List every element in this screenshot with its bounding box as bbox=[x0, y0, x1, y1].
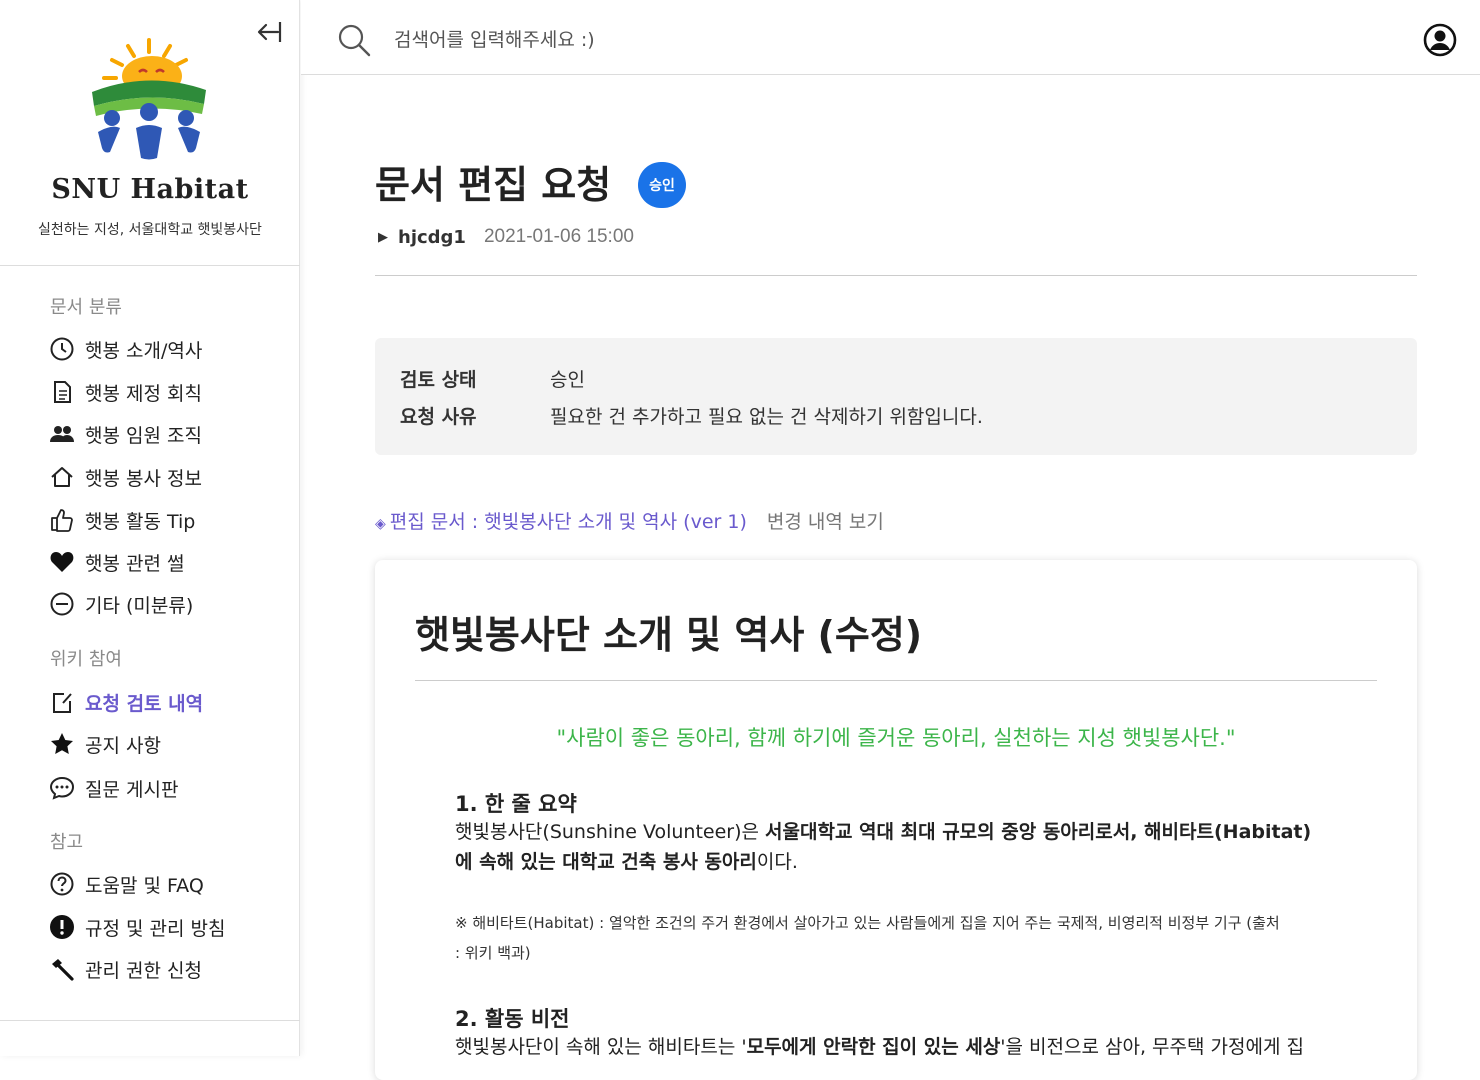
question-icon bbox=[48, 871, 75, 898]
sidebar-item-request-reviews[interactable]: 요청 검토 내역 bbox=[48, 687, 203, 717]
minus-circle-icon bbox=[48, 591, 75, 618]
sidebar-item-qna-board[interactable]: 질문 게시판 bbox=[48, 773, 178, 803]
request-datetime: 2021-01-06 15:00 bbox=[483, 226, 634, 247]
heart-icon bbox=[48, 549, 75, 576]
sidebar-item-intro-history[interactable]: 햇봉 소개/역사 bbox=[48, 334, 202, 364]
habitat-logo[interactable] bbox=[84, 32, 214, 162]
sidebar-item-policies[interactable]: 규정 및 관리 방침 bbox=[48, 912, 225, 942]
sidebar-item-label: 햇봉 임원 조직 bbox=[85, 424, 202, 447]
sidebar-item-tips[interactable]: 햇봉 활동 Tip bbox=[48, 505, 195, 535]
sidebar-item-label: 햇봉 봉사 정보 bbox=[85, 467, 202, 490]
sidebar-item-admin-request[interactable]: 관리 권한 신청 bbox=[48, 954, 202, 984]
review-info-box: 검토 상태 승인 요청 사유 필요한 건 추가하고 필요 없는 건 삭제하기 위… bbox=[375, 338, 1417, 455]
home-icon bbox=[48, 464, 75, 491]
sidebar-item-stories[interactable]: 햇봉 관련 썰 bbox=[48, 547, 184, 577]
status-badge: 승인 bbox=[638, 162, 686, 208]
sidebar-item-label: 햇봉 제정 회칙 bbox=[85, 382, 202, 405]
view-changes-link[interactable]: 변경 내역 보기 bbox=[767, 507, 884, 534]
request-meta: ▶ hjcdg1 2021-01-06 15:00 bbox=[378, 226, 634, 248]
chat-icon bbox=[48, 775, 75, 802]
sidebar-item-volunteer-info[interactable]: 햇봉 봉사 정보 bbox=[48, 462, 202, 492]
collapse-sidebar-icon[interactable] bbox=[252, 16, 284, 48]
brand-name: SNU Habitat bbox=[51, 174, 249, 205]
page-title: 문서 편집 요청 bbox=[375, 163, 612, 207]
sidebar-item-rules[interactable]: 햇봉 제정 회칙 bbox=[48, 377, 202, 407]
alert-icon bbox=[48, 914, 75, 941]
sidebar-item-notices[interactable]: 공지 사항 bbox=[48, 729, 161, 759]
sidebar-item-label: 도움말 및 FAQ bbox=[85, 874, 204, 897]
document-links: ◈ 편집 문서 : 햇빛봉사단 소개 및 역사 (ver 1) 변경 내역 보기 bbox=[375, 507, 884, 534]
info-row-reason: 요청 사유 필요한 건 추가하고 필요 없는 건 삭제하기 위함입니다. bbox=[400, 402, 983, 429]
paragraph: 햇빛봉사단(Sunshine Volunteer)은 서울대학교 역대 최대 규… bbox=[455, 821, 1312, 873]
search-icon[interactable] bbox=[336, 22, 372, 58]
sidebar-item-label: 질문 게시판 bbox=[85, 778, 179, 801]
sidebar-item-label: 햇봉 소개/역사 bbox=[85, 339, 203, 362]
document-divider bbox=[415, 680, 1377, 681]
clock-icon bbox=[48, 336, 75, 363]
diamond-icon: ◈ bbox=[375, 516, 386, 532]
sidebar-item-label: 햇봉 관련 썰 bbox=[85, 552, 185, 575]
sidebar-item-label: 기타 (미분류) bbox=[85, 594, 194, 617]
sidebar-bottom-divider bbox=[0, 1020, 300, 1021]
info-value: 승인 bbox=[550, 369, 585, 391]
document-preview-card: 햇빛봉사단 소개 및 역사 (수정) "사람이 좋은 동아리, 함께 하기에 즐… bbox=[375, 560, 1417, 1080]
sidebar-item-label: 요청 검토 내역 bbox=[85, 692, 204, 715]
sidebar-divider bbox=[0, 265, 300, 266]
people-icon bbox=[48, 421, 75, 448]
section-title-wiki-participation: 위키 참여 bbox=[50, 649, 122, 670]
sidebar-item-misc[interactable]: 기타 (미분류) bbox=[48, 589, 193, 619]
document-icon bbox=[48, 379, 75, 406]
section-title-references: 참고 bbox=[50, 832, 84, 853]
sidebar-item-label: 공지 사항 bbox=[85, 734, 161, 757]
sidebar: SNU Habitat 실천하는 지성, 서울대학교 햇빛봉사단 문서 분류 햇… bbox=[0, 0, 300, 1056]
user-account-icon[interactable] bbox=[1421, 21, 1459, 59]
info-key: 요청 사유 bbox=[400, 406, 477, 428]
sidebar-item-label: 규정 및 관리 방침 bbox=[85, 917, 226, 940]
star-icon bbox=[48, 731, 75, 758]
footnote: ※ 해비타트(Habitat) : 열악한 조건의 주거 환경에서 살아가고 있… bbox=[455, 914, 1280, 962]
section-heading: 1. 한 줄 요약 bbox=[455, 792, 577, 816]
info-row-status: 검토 상태 승인 bbox=[400, 365, 585, 392]
hammer-icon bbox=[48, 956, 75, 983]
search-input[interactable] bbox=[394, 22, 1294, 58]
title-divider bbox=[375, 275, 1417, 276]
edited-document-link[interactable]: ◈ 편집 문서 : 햇빛봉사단 소개 및 역사 (ver 1) bbox=[375, 507, 747, 534]
paragraph: 햇빛봉사단이 속해 있는 해비타트는 '모두에게 안락한 집이 있는 세상'을 … bbox=[455, 1036, 1304, 1058]
sidebar-item-label: 관리 권한 신청 bbox=[85, 959, 202, 982]
info-value: 필요한 건 추가하고 필요 없는 건 삭제하기 위함입니다. bbox=[550, 406, 983, 428]
sidebar-item-help-faq[interactable]: 도움말 및 FAQ bbox=[48, 869, 204, 899]
document-title: 햇빛봉사단 소개 및 역사 (수정) bbox=[415, 613, 923, 657]
edit-icon bbox=[48, 689, 75, 716]
info-key: 검토 상태 bbox=[400, 369, 477, 391]
document-quote: "사람이 좋은 동아리, 함께 하기에 즐거운 동아리, 실천하는 지성 햇빛봉… bbox=[556, 726, 1236, 750]
section-heading: 2. 활동 비전 bbox=[455, 1007, 570, 1031]
sidebar-item-label: 햇봉 활동 Tip bbox=[85, 510, 196, 533]
section-title-document-category: 문서 분류 bbox=[50, 297, 122, 318]
expand-triangle-icon[interactable]: ▶ bbox=[378, 230, 388, 245]
brand-tagline: 실천하는 지성, 서울대학교 햇빛봉사단 bbox=[38, 222, 262, 238]
author-name[interactable]: hjcdg1 bbox=[398, 227, 466, 248]
thumbs-up-icon bbox=[48, 507, 75, 534]
sidebar-item-officers[interactable]: 햇봉 임원 조직 bbox=[48, 419, 202, 449]
